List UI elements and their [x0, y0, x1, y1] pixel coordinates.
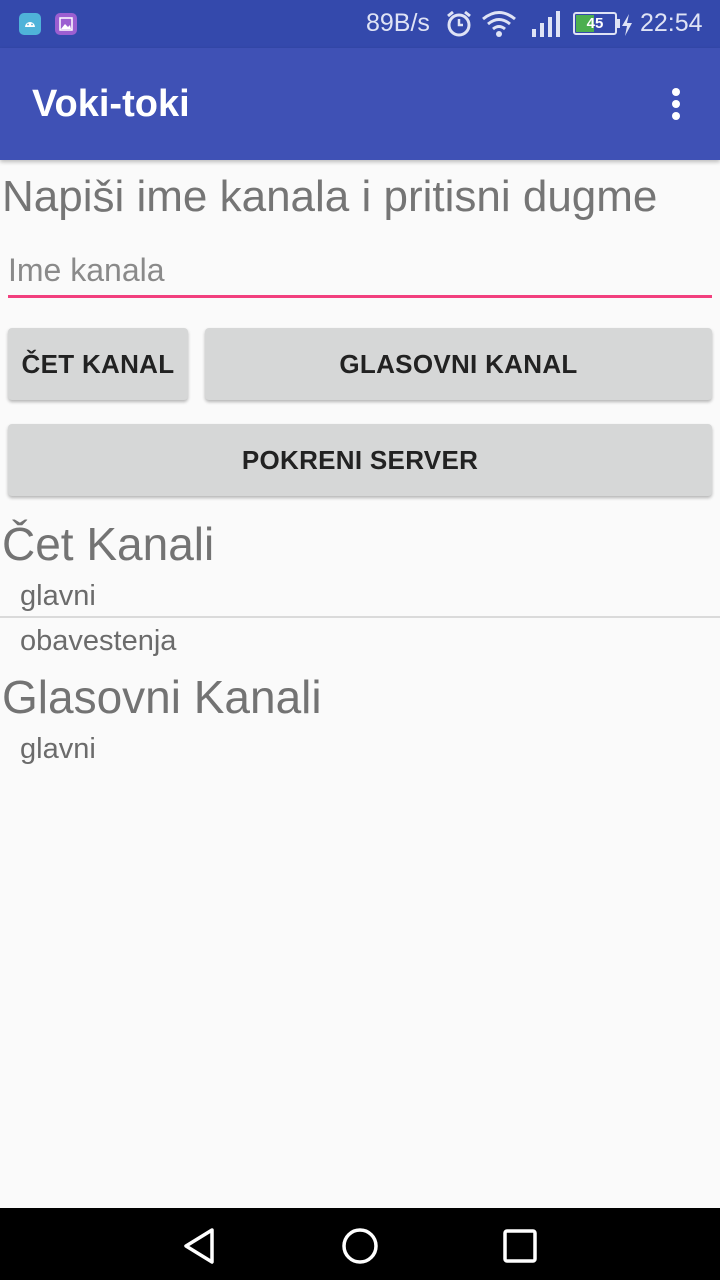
- charging-icon: [622, 14, 632, 36]
- start-server-button[interactable]: POKRENI SERVER: [8, 424, 712, 496]
- home-icon[interactable]: [340, 1226, 380, 1266]
- overflow-menu-icon[interactable]: [656, 82, 696, 126]
- back-icon[interactable]: [180, 1226, 220, 1266]
- recents-icon[interactable]: [500, 1226, 540, 1266]
- app-title: Voki-toki: [32, 83, 190, 125]
- alarm-icon: [447, 10, 471, 37]
- voice-channel-button[interactable]: GLASOVNI KANAL: [205, 328, 712, 400]
- status-bar: 89B/s 45 22:54: [0, 0, 720, 48]
- voice-channels-heading: Glasovni Kanali: [2, 671, 322, 723]
- instruction-text: Napiši ime kanala i pritisni dugme: [2, 172, 658, 221]
- chat-channel-item[interactable]: glavni: [20, 580, 96, 613]
- gallery-icon: [55, 13, 77, 35]
- channel-name-input[interactable]: [8, 246, 712, 298]
- clock: 22:54: [640, 9, 703, 37]
- app-bar: Voki-toki: [0, 48, 720, 160]
- navigation-bar: [0, 1208, 720, 1280]
- network-speed: 89B/s: [366, 9, 430, 37]
- chat-channels-heading: Čet Kanali: [2, 518, 215, 570]
- chat-channel-item[interactable]: obavestenja: [20, 625, 176, 658]
- list-divider: [0, 616, 720, 618]
- wifi-icon: [482, 11, 516, 37]
- battery-level: 45: [586, 15, 604, 32]
- battery-icon: 45: [573, 12, 617, 35]
- chat-channel-button[interactable]: ČET KANAL: [8, 328, 188, 400]
- signal-icon: [532, 11, 560, 37]
- voice-channel-item[interactable]: glavni: [20, 733, 96, 766]
- android-debug-icon: [19, 13, 41, 35]
